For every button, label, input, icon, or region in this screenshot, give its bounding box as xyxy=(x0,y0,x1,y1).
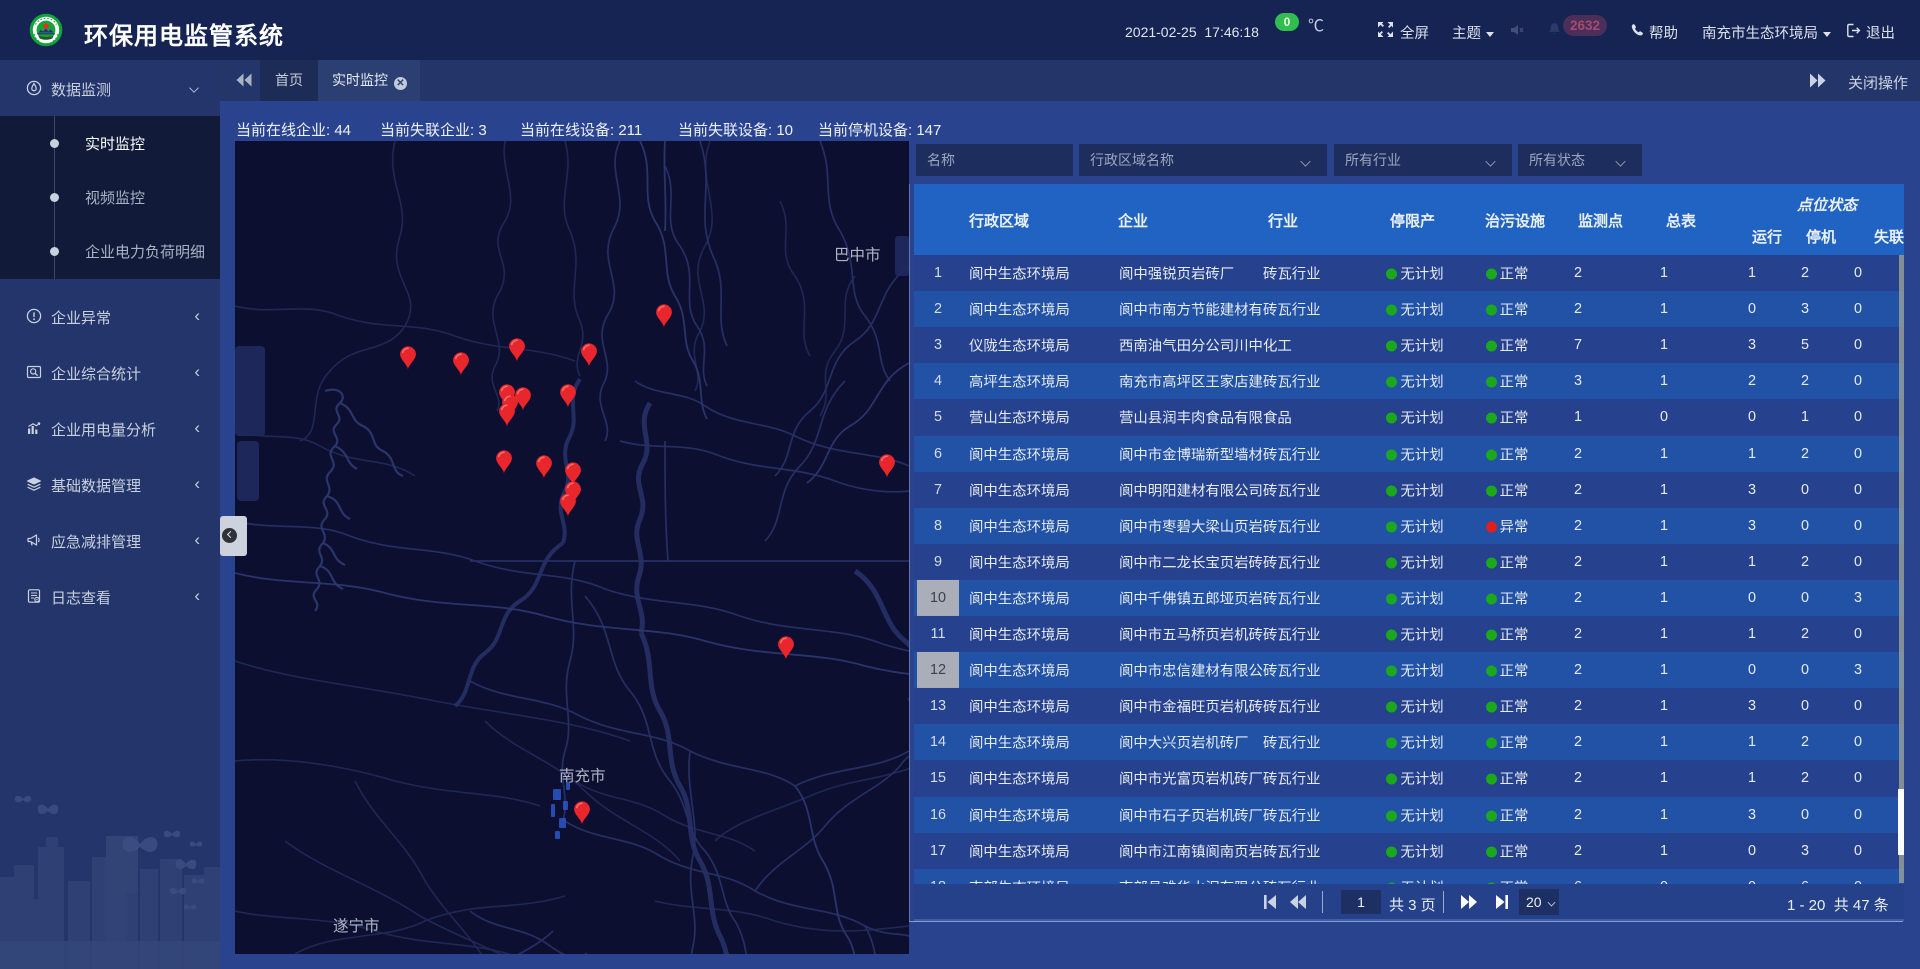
svg-text:巴中市: 巴中市 xyxy=(834,246,881,264)
svg-text:南充市: 南充市 xyxy=(559,767,606,785)
svg-text:遂宁市: 遂宁市 xyxy=(333,917,380,935)
